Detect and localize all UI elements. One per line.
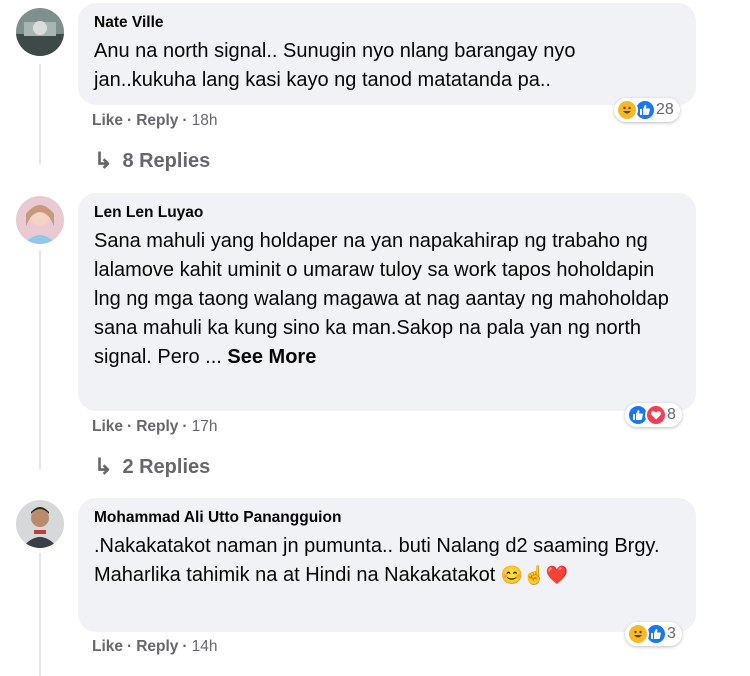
comment-text: Anu na north signal.. Sunugin nyo nlang …: [94, 40, 576, 91]
avatar[interactable]: [16, 196, 64, 244]
like-button[interactable]: Like: [92, 418, 123, 436]
comment-text-content: Sana mahuli yang holdaper na yan napakah…: [94, 230, 669, 368]
reaction-summary[interactable]: 8: [625, 403, 682, 427]
replies-count: 8 Replies: [122, 149, 211, 172]
comment-author[interactable]: Mohammad Ali Utto Panangguion: [94, 508, 680, 528]
timestamp[interactable]: 18h: [192, 112, 218, 130]
reaction-count: 28: [656, 101, 674, 118]
comment-actions: Like · Reply · 14h: [92, 638, 217, 656]
comment-bubble: Mohammad Ali Utto Panangguion .Nakakatak…: [78, 498, 696, 632]
thread-line: [39, 64, 41, 164]
reaction-count: 8: [667, 406, 676, 423]
thread-line: [39, 250, 41, 470]
thread-line: [39, 553, 41, 676]
comment-author[interactable]: Nate Ville: [94, 13, 680, 33]
avatar[interactable]: [16, 8, 64, 56]
reply-button[interactable]: Reply: [136, 418, 178, 436]
comment-text: .Nakakatakot naman jn pumunta.. buti Nal…: [94, 532, 680, 590]
view-replies-button[interactable]: ↳ 2 Replies: [94, 454, 210, 480]
see-more-link[interactable]: See More: [227, 346, 316, 368]
comment-bubble: Nate Ville Anu na north signal.. Sunugin…: [78, 3, 696, 105]
comment-bubble: Len Len Luyao Sana mahuli yang holdaper …: [78, 193, 696, 411]
separator: ·: [127, 418, 133, 435]
emoji-sequence: 😊☝️❤️: [500, 565, 569, 585]
avatar[interactable]: [16, 500, 64, 548]
reaction-count: 3: [667, 625, 676, 642]
timestamp[interactable]: 14h: [192, 638, 218, 656]
haha-icon: [627, 623, 649, 645]
like-button[interactable]: Like: [92, 638, 123, 656]
reaction-summary[interactable]: 3: [625, 622, 682, 646]
view-replies-button[interactable]: ↳ 8 Replies: [94, 148, 210, 174]
separator: ·: [182, 418, 188, 435]
separator: ·: [127, 638, 133, 655]
comment-author[interactable]: Len Len Luyao: [94, 203, 680, 223]
reply-button[interactable]: Reply: [136, 112, 178, 130]
comment-actions: Like · Reply · 17h: [92, 418, 217, 436]
timestamp[interactable]: 17h: [192, 418, 218, 436]
replies-count: 2 Replies: [122, 455, 211, 478]
separator: ·: [182, 638, 188, 655]
love-icon: [645, 404, 667, 426]
comment-actions: Like · Reply · 18h: [92, 112, 217, 130]
comment-text-content: .Nakakatakot naman jn pumunta.. buti Nal…: [94, 535, 660, 586]
reply-button[interactable]: Reply: [136, 638, 178, 656]
separator: ·: [182, 112, 188, 129]
separator: ·: [127, 112, 133, 129]
reply-arrow-icon: ↳: [94, 148, 113, 173]
like-button[interactable]: Like: [92, 112, 123, 130]
reply-arrow-icon: ↳: [94, 454, 113, 479]
haha-icon: [616, 99, 638, 121]
comment-text: Sana mahuli yang holdaper na yan napakah…: [94, 227, 680, 372]
reaction-summary[interactable]: 28: [614, 98, 680, 122]
